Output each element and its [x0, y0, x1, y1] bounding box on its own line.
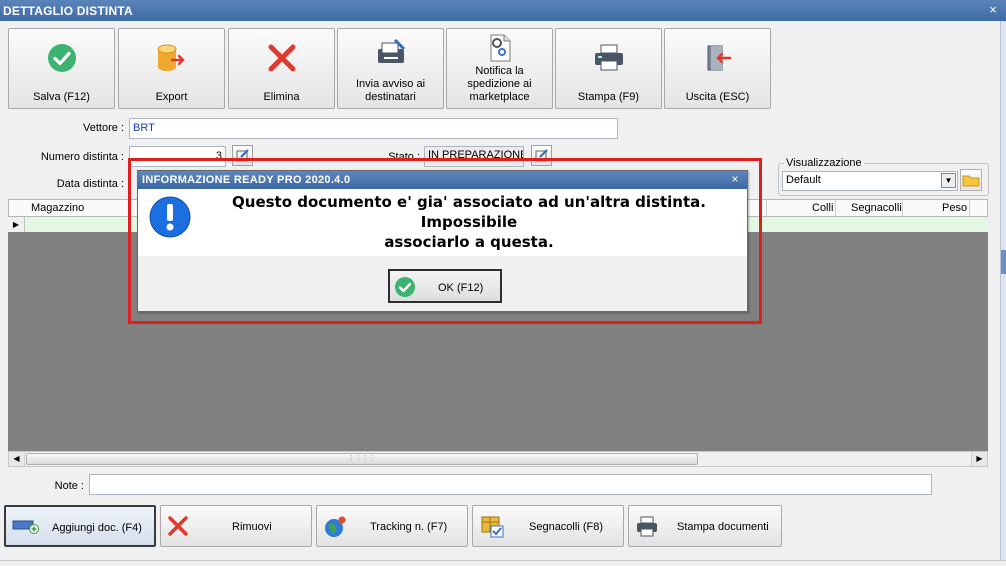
data-distinta-label: Data distinta : — [56, 178, 124, 190]
column-header-segnacolli[interactable]: Segnacolli — [851, 202, 902, 214]
scroll-right-icon[interactable]: ▶ — [971, 452, 987, 466]
add-document-button[interactable]: Aggiungi doc. (F4) — [4, 505, 156, 547]
export-button-label: Export — [155, 91, 188, 103]
note-field[interactable] — [89, 474, 932, 495]
dialog-message: Questo documento e' gia' associato ad un… — [196, 192, 742, 252]
printer-icon — [593, 43, 625, 77]
print-button-label: Stampa (F9) — [577, 91, 640, 103]
numero-distinta-label: Numero distinta : — [40, 151, 124, 163]
tracking-label: Tracking n. (F7) — [370, 521, 448, 533]
printer-pen-icon — [375, 37, 407, 71]
notify-recipients-button[interactable]: Invia avviso ai destinatari — [337, 28, 444, 109]
notify-marketplace-label: Notifica la spedizione ai marketplace — [467, 65, 532, 103]
column-separator — [969, 200, 970, 216]
delete-button-label: Elimina — [263, 91, 300, 103]
open-folder-button[interactable] — [960, 169, 982, 191]
column-header-peso[interactable]: Peso — [942, 202, 967, 214]
note-label: Note : — [54, 480, 84, 492]
folder-icon — [962, 175, 980, 187]
notify-recipients-label: Invia avviso ai destinatari — [355, 78, 426, 103]
visualizzazione-label: Visualizzazione — [784, 157, 864, 169]
dialog-message-line-1: Questo documento e' gia' associato ad un… — [232, 193, 706, 231]
dialog-message-line-2: associarlo a questa. — [384, 233, 554, 251]
exit-door-icon — [703, 43, 733, 77]
globe-icon — [323, 515, 347, 542]
print-documents-label: Stampa documenti — [677, 521, 769, 533]
exit-button[interactable]: Uscita (ESC) — [664, 28, 771, 109]
column-header-magazzino[interactable]: Magazzino — [31, 202, 84, 214]
window-title-bar: DETTAGLIO DISTINTA — [0, 0, 1006, 21]
red-x-icon — [267, 43, 297, 77]
right-panel-edge — [1000, 21, 1006, 566]
status-bar — [0, 560, 1006, 566]
remove-button[interactable]: Rimuovi — [160, 505, 312, 547]
chevron-down-icon[interactable]: ▼ — [941, 173, 956, 188]
side-scroll-tab[interactable] — [1001, 250, 1006, 274]
segnacolli-button[interactable]: Segnacolli (F8) — [472, 505, 624, 547]
column-separator — [835, 200, 836, 216]
visualizzazione-select[interactable]: Default — [782, 171, 958, 191]
save-button[interactable]: Salva (F12) — [8, 28, 115, 109]
segnacolli-label: Segnacolli (F8) — [529, 521, 603, 533]
scrollbar-thumb[interactable]: ⋮⋮⋮⋮ — [26, 453, 698, 465]
print-documents-button[interactable]: Stampa documenti — [628, 505, 782, 547]
dialog-title: INFORMAZIONE READY PRO 2020.4.0 — [138, 171, 747, 189]
export-button[interactable]: Export — [118, 28, 225, 109]
check-circle-icon — [47, 43, 77, 77]
package-check-icon — [479, 513, 505, 542]
check-circle-icon — [394, 276, 416, 301]
database-export-icon — [156, 43, 188, 77]
ok-button-label: OK (F12) — [438, 282, 484, 294]
document-gear-icon — [485, 33, 515, 67]
window-close-icon[interactable]: × — [986, 3, 1000, 17]
add-document-icon — [12, 518, 40, 537]
tracking-button[interactable]: Tracking n. (F7) — [316, 505, 468, 547]
row-indicator: ▶ — [8, 217, 25, 232]
scroll-left-icon[interactable]: ◀ — [9, 452, 25, 466]
delete-button[interactable]: Elimina — [228, 28, 335, 109]
vettore-field[interactable]: BRT — [129, 118, 618, 139]
printer-icon — [635, 515, 659, 542]
notify-marketplace-button[interactable]: Notifica la spedizione ai marketplace — [446, 28, 553, 109]
print-button[interactable]: Stampa (F9) — [555, 28, 662, 109]
column-header-colli[interactable]: Colli — [812, 202, 833, 214]
column-separator — [902, 200, 903, 216]
vettore-label: Vettore : — [83, 122, 124, 134]
window-title: DETTAGLIO DISTINTA — [3, 4, 133, 18]
remove-label: Rimuovi — [232, 521, 272, 533]
dialog-close-icon[interactable]: × — [726, 171, 744, 187]
add-document-label: Aggiungi doc. (F4) — [52, 522, 142, 534]
save-button-label: Salva (F12) — [33, 91, 90, 103]
red-x-icon — [167, 515, 189, 540]
ok-button[interactable]: OK (F12) — [388, 269, 502, 303]
info-exclamation-icon — [149, 196, 191, 241]
exit-button-label: Uscita (ESC) — [685, 91, 750, 103]
column-separator — [766, 200, 767, 216]
